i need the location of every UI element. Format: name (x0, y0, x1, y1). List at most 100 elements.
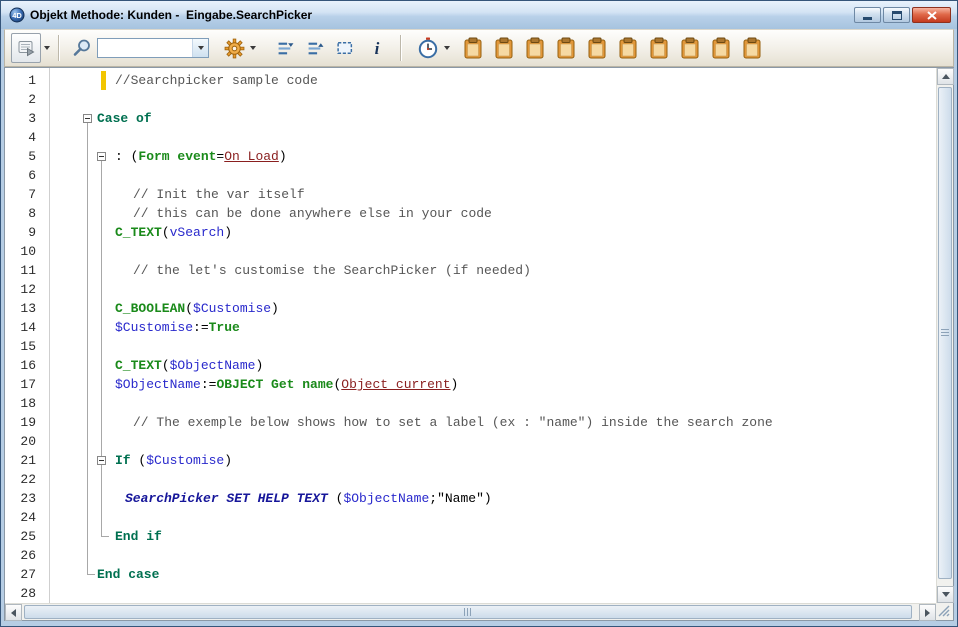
vertical-scroll-thumb[interactable] (938, 87, 952, 579)
token-command: C_TEXT (115, 358, 162, 373)
scroll-left-button[interactable] (5, 604, 22, 621)
scroll-down-button[interactable] (937, 586, 954, 603)
code-line-4[interactable] (51, 128, 936, 147)
token-keyword: If (115, 453, 131, 468)
collapse-all-button[interactable] (302, 33, 328, 63)
recent-values-button[interactable] (415, 33, 441, 63)
code-line-6[interactable] (51, 166, 936, 185)
code-line-3[interactable]: Case of (51, 109, 936, 128)
code-line-23[interactable]: SearchPicker SET HELP TEXT ($ObjectName;… (51, 489, 936, 508)
code-line-18[interactable] (51, 394, 936, 413)
horizontal-scroll-track[interactable] (22, 604, 919, 620)
search-input[interactable] (98, 39, 192, 57)
code-line-2[interactable] (51, 90, 936, 109)
minimize-button[interactable] (854, 7, 881, 23)
fold-toggle[interactable] (83, 114, 92, 123)
clipboard-icon (680, 37, 700, 60)
line-number: 17 (5, 375, 49, 394)
toolbar-separator (58, 35, 59, 61)
information-icon: i (375, 40, 380, 57)
method-options-button[interactable] (221, 33, 247, 63)
line-number: 18 (5, 394, 49, 413)
selection-rectangle-button[interactable] (332, 33, 358, 63)
code-line-24[interactable] (51, 508, 936, 527)
code-line-21[interactable]: If ($Customise) (51, 451, 936, 470)
token-keyword: Case of (97, 111, 152, 126)
clipboard-button-7[interactable] (646, 33, 672, 63)
method-options-dropdown[interactable] (247, 33, 258, 63)
information-button[interactable]: i (364, 33, 390, 63)
scroll-up-button[interactable] (937, 68, 954, 85)
clipboard-button-8[interactable] (677, 33, 703, 63)
vertical-scrollbar[interactable] (936, 68, 953, 603)
thumb-grip (941, 329, 949, 337)
code-line-15[interactable] (51, 337, 936, 356)
clipboard-button-3[interactable] (522, 33, 548, 63)
close-button[interactable] (912, 7, 951, 23)
token-comment: // the let's customise the SearchPicker … (133, 263, 531, 278)
horizontal-scrollbar[interactable] (5, 603, 936, 620)
toolbar-separator (400, 35, 401, 61)
code-line-5[interactable]: : (Form event=On Load) (51, 147, 936, 166)
code-line-11[interactable]: // the let's customise the SearchPicker … (51, 261, 936, 280)
token-plain: ) (271, 301, 279, 316)
horizontal-scroll-thumb[interactable] (24, 605, 912, 619)
expand-all-button[interactable] (272, 33, 298, 63)
token-command: OBJECT Get name (216, 377, 333, 392)
token-plain: ) (451, 377, 459, 392)
token-plain: ( (185, 301, 193, 316)
fold-toggle[interactable] (97, 456, 106, 465)
gear-icon (224, 38, 245, 59)
code-line-17[interactable]: $ObjectName:=OBJECT Get name(Object curr… (51, 375, 936, 394)
token-variable: $ObjectName (343, 491, 429, 506)
code-line-13[interactable]: C_BOOLEAN($Customise) (51, 299, 936, 318)
window-title: Objekt Methode: Kunden - Eingabe.SearchP… (30, 8, 846, 22)
code-line-16[interactable]: C_TEXT($ObjectName) (51, 356, 936, 375)
clipboard-button-2[interactable] (491, 33, 517, 63)
code-line-20[interactable] (51, 432, 936, 451)
clipboard-button-9[interactable] (708, 33, 734, 63)
clipboard-icon (649, 37, 669, 60)
token-comment: // this can be done anywhere else in you… (133, 206, 492, 221)
execute-method-button[interactable] (11, 33, 41, 63)
code-line-1[interactable]: //Searchpicker sample code (51, 71, 936, 90)
scroll-right-button[interactable] (919, 604, 936, 621)
title-bar[interactable]: 4D Objekt Methode: Kunden - Eingabe.Sear… (1, 1, 957, 29)
fold-toggle[interactable] (97, 152, 106, 161)
arrow-down-icon (942, 592, 950, 597)
clipboard-button-10[interactable] (739, 33, 765, 63)
resize-grip[interactable] (936, 603, 953, 620)
code-line-9[interactable]: C_TEXT(vSearch) (51, 223, 936, 242)
code-line-12[interactable] (51, 280, 936, 299)
code-line-28[interactable] (51, 584, 936, 603)
recent-values-dropdown[interactable] (441, 33, 452, 63)
arrow-up-icon (942, 74, 950, 79)
token-plain: ) (279, 149, 287, 164)
toolbar: i (4, 29, 954, 67)
code-line-8[interactable]: // this can be done anywhere else in you… (51, 204, 936, 223)
execute-method-dropdown[interactable] (41, 33, 52, 63)
token-plugin: SearchPicker SET HELP TEXT (125, 491, 328, 506)
search-dropdown-button[interactable] (192, 39, 208, 57)
code-line-14[interactable]: $Customise:=True (51, 318, 936, 337)
code-line-26[interactable] (51, 546, 936, 565)
token-plain: : ( (115, 149, 138, 164)
code-line-10[interactable] (51, 242, 936, 261)
clipboard-button-5[interactable] (584, 33, 610, 63)
clipboard-button-4[interactable] (553, 33, 579, 63)
search-combobox[interactable] (97, 38, 209, 58)
execute-method-icon (17, 39, 35, 57)
code-line-27[interactable]: End case (51, 565, 936, 584)
code-line-25[interactable]: End if (51, 527, 936, 546)
line-number: 12 (5, 280, 49, 299)
code-line-22[interactable] (51, 470, 936, 489)
clipboard-button-1[interactable] (460, 33, 486, 63)
modified-line-marker (101, 71, 106, 90)
clipboard-button-6[interactable] (615, 33, 641, 63)
maximize-button[interactable] (883, 7, 910, 23)
code-editor: 1234567891011121314151617181920212223242… (4, 67, 954, 621)
code-line-7[interactable]: // Init the var itself (51, 185, 936, 204)
code-area[interactable]: //Searchpicker sample code Case of : (Form… (51, 68, 936, 603)
code-line-19[interactable]: // The exemple below shows how to set a … (51, 413, 936, 432)
vertical-scroll-track[interactable] (937, 85, 953, 586)
